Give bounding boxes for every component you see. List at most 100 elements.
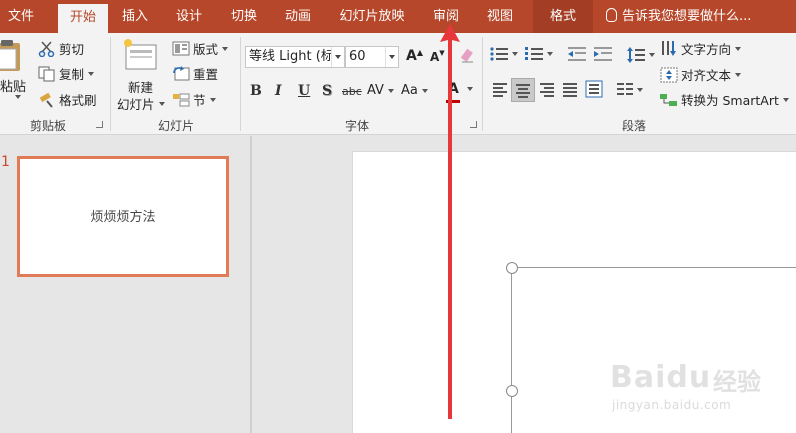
chevron-down-icon[interactable]	[331, 47, 344, 67]
distributed-button[interactable]	[585, 80, 603, 98]
layout-button[interactable]: 版式	[172, 39, 229, 58]
ribbon-tab-bar: 文件 开始 插入 设计 切换 动画 幻灯片放映 审阅 视图 格式 告诉我您想要做…	[0, 0, 796, 33]
distributed-icon	[585, 80, 603, 98]
change-case-icon: Aa	[401, 83, 418, 98]
resize-handle[interactable]	[506, 262, 518, 274]
convert-smartart-button[interactable]: 转换为 SmartArt	[660, 90, 789, 109]
annotation-arrow-icon	[440, 24, 460, 419]
align-right-icon	[540, 83, 556, 97]
tab-transitions[interactable]: 切换	[221, 0, 267, 33]
text-direction-label: 文字方向	[681, 42, 732, 57]
clipboard-launcher-icon[interactable]	[96, 121, 103, 128]
change-case-button[interactable]: Aa	[401, 83, 428, 98]
new-slide-button[interactable]	[122, 37, 160, 71]
smartart-icon	[660, 93, 677, 106]
shadow-button[interactable]: S	[322, 83, 332, 99]
bullets-icon	[490, 47, 508, 61]
group-divider	[110, 37, 111, 131]
columns-icon	[617, 83, 633, 95]
paste-dropdown[interactable]	[11, 95, 21, 99]
text-direction-icon	[662, 40, 676, 56]
align-right-button[interactable]	[540, 83, 556, 97]
section-label: 节	[193, 93, 206, 108]
watermark-url: jingyan.baidu.com	[612, 398, 732, 412]
text-direction-button[interactable]: 文字方向	[660, 39, 742, 58]
grow-font-icon: A	[406, 48, 417, 64]
section-icon	[173, 93, 190, 107]
numbering-icon	[525, 47, 543, 60]
justify-icon	[563, 83, 579, 97]
slide-thumbnail[interactable]: 烦烦烦方法	[17, 156, 229, 277]
bold-button[interactable]: B	[250, 83, 262, 99]
tab-view[interactable]: 视图	[477, 0, 523, 33]
format-painter-label: 格式刷	[59, 93, 97, 108]
paste-button[interactable]	[0, 39, 26, 73]
tab-slideshow[interactable]: 幻灯片放映	[331, 0, 413, 33]
scissors-icon	[38, 40, 55, 57]
baidu-watermark: Baidu 经验 jingyan.baidu.com	[610, 350, 790, 430]
new-slide-icon	[124, 39, 157, 70]
strikethrough-button[interactable]: abc	[342, 85, 362, 98]
character-spacing-button[interactable]: AV	[367, 83, 394, 98]
tell-me-search[interactable]: 告诉我您想要做什么...	[606, 0, 751, 33]
font-name-combo[interactable]: 等线 Light (标	[245, 46, 345, 68]
align-center-icon	[516, 84, 532, 98]
reset-icon	[173, 66, 190, 81]
tell-me-text: 告诉我您想要做什么...	[622, 9, 752, 24]
ribbon-home: 粘贴 剪切 复制 格式刷 剪贴板 新建 幻灯片 版式 重置 节 幻灯片 等线 L…	[0, 33, 796, 135]
tab-animations[interactable]: 动画	[275, 0, 321, 33]
new-slide-label-2[interactable]: 幻灯片	[117, 94, 165, 113]
section-button[interactable]: 节	[172, 90, 216, 109]
decrease-indent-button[interactable]	[568, 47, 586, 61]
cut-label: 剪切	[59, 42, 85, 57]
paragraph-group-label: 段落	[621, 119, 646, 133]
copy-button[interactable]: 复制	[38, 64, 95, 83]
slide-thumbnail-pane: 1 烦烦烦方法	[0, 136, 250, 433]
slide-number: 1	[1, 154, 10, 170]
tab-file[interactable]: 文件	[0, 0, 42, 33]
chevron-down-icon[interactable]	[385, 47, 398, 67]
reset-button[interactable]: 重置	[172, 64, 218, 83]
slide-thumbnail-text: 烦烦烦方法	[90, 210, 156, 225]
align-center-button[interactable]	[511, 78, 535, 102]
tab-format[interactable]: 格式	[533, 0, 593, 33]
tab-design[interactable]: 设计	[166, 0, 212, 33]
columns-button[interactable]	[617, 83, 643, 97]
font-name-value: 等线 Light (标	[249, 49, 334, 64]
format-painter-button[interactable]: 格式刷	[38, 90, 97, 109]
align-left-icon	[493, 83, 509, 97]
font-launcher-icon[interactable]	[470, 121, 477, 128]
tab-insert[interactable]: 插入	[112, 0, 158, 33]
copy-label: 复制	[59, 67, 85, 82]
line-spacing-button[interactable]	[627, 47, 655, 63]
tab-home[interactable]: 开始	[58, 4, 108, 33]
numbering-button[interactable]	[525, 47, 553, 61]
resize-handle[interactable]	[506, 385, 518, 397]
italic-button[interactable]: I	[275, 83, 282, 99]
spacing-icon: AV	[367, 83, 384, 98]
copy-icon	[38, 66, 55, 81]
cut-button[interactable]: 剪切	[38, 39, 84, 58]
increase-indent-button[interactable]	[594, 47, 612, 61]
align-text-icon	[660, 67, 678, 82]
font-size-combo[interactable]: 60	[345, 46, 399, 68]
smartart-label: 转换为 SmartArt	[681, 93, 779, 108]
reset-label: 重置	[193, 67, 219, 82]
bullets-button[interactable]	[490, 47, 518, 61]
align-text-label: 对齐文本	[681, 68, 732, 83]
justify-button[interactable]	[563, 83, 579, 97]
font-size-value: 60	[349, 49, 366, 64]
clipboard-group-label: 剪贴板	[29, 119, 66, 133]
align-left-button[interactable]	[493, 83, 509, 97]
decrease-indent-icon	[568, 47, 586, 61]
group-divider	[240, 37, 241, 131]
align-text-button[interactable]: 对齐文本	[660, 65, 742, 84]
layout-icon	[172, 41, 190, 56]
watermark-logo: Baidu	[610, 360, 712, 395]
new-slide-label-2-text: 幻灯片	[117, 97, 155, 112]
underline-button[interactable]: U	[298, 83, 310, 99]
watermark-cn: 经验	[713, 368, 761, 396]
slides-group-label: 幻灯片	[157, 119, 194, 133]
grow-font-button[interactable]: A ▲	[406, 48, 423, 65]
paste-label[interactable]: 粘贴	[0, 76, 26, 95]
